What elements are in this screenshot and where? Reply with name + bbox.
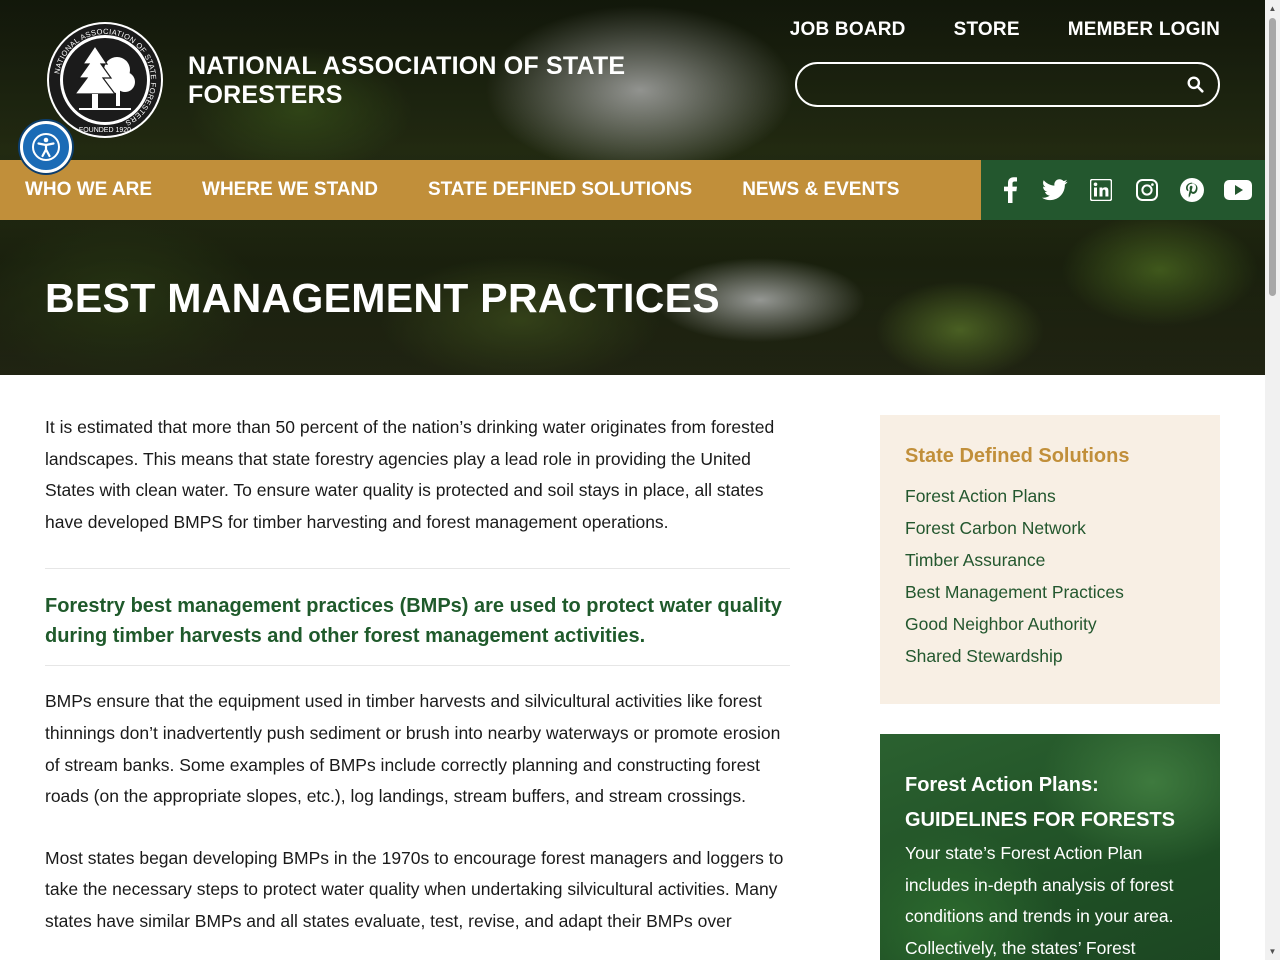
sidebar-heading: State Defined Solutions — [905, 445, 1130, 467]
search-input[interactable] — [797, 64, 1172, 105]
youtube-icon — [1224, 180, 1253, 200]
pinterest-link[interactable] — [1177, 175, 1207, 205]
nav-news-events[interactable]: NEWS & EVENTS — [742, 179, 899, 201]
sidebar-item-forest-action-plans[interactable]: Forest Action Plans — [905, 486, 1056, 506]
store-link[interactable]: STORE — [954, 19, 1020, 41]
twitter-icon — [1042, 179, 1069, 201]
facebook-link[interactable] — [995, 175, 1025, 205]
accessibility-button[interactable] — [20, 121, 72, 173]
body-paragraph: BMPs ensure that the equipment used in t… — [45, 691, 781, 807]
sidebar-item-timber-assurance[interactable]: Timber Assurance — [905, 550, 1045, 570]
promo-body: Your state’s Forest Action Plan includes… — [905, 843, 1174, 958]
search-button[interactable] — [1172, 64, 1218, 105]
youtube-link[interactable] — [1223, 175, 1253, 205]
logo-founded-text: FOUNDED 1920 — [79, 127, 131, 134]
sidebar-item-forest-carbon-network[interactable]: Forest Carbon Network — [905, 518, 1086, 538]
nav-where-we-stand[interactable]: WHERE WE STAND — [202, 179, 378, 201]
linkedin-link[interactable] — [1086, 175, 1116, 205]
member-login-link[interactable]: MEMBER LOGIN — [1068, 19, 1220, 41]
instagram-link[interactable] — [1132, 175, 1162, 205]
linkedin-icon — [1090, 179, 1113, 201]
instagram-icon — [1135, 179, 1158, 201]
social-links — [981, 160, 1265, 220]
pull-quote: Forestry best management practices (BMPs… — [45, 568, 790, 667]
intro-paragraph: It is estimated that more than 50 percen… — [45, 417, 775, 532]
scroll-down-icon[interactable]: ▼ — [1265, 943, 1280, 960]
main-nav: WHO WE ARE WHERE WE STAND STATE DEFINED … — [0, 160, 981, 220]
nav-who-we-are[interactable]: WHO WE ARE — [25, 179, 152, 201]
page-scrollbar[interactable]: ▲ ▼ — [1265, 0, 1280, 960]
facebook-icon — [1003, 177, 1017, 203]
scroll-up-icon[interactable]: ▲ — [1265, 0, 1280, 17]
search-icon — [1187, 76, 1204, 93]
utility-nav: JOB BOARD STORE MEMBER LOGIN — [790, 19, 1220, 41]
sidebar-item-best-management-practices[interactable]: Best Management Practices — [905, 582, 1124, 602]
job-board-link[interactable]: JOB BOARD — [790, 19, 906, 41]
promo-title: Forest Action Plans: — [905, 774, 1099, 796]
twitter-link[interactable] — [1040, 175, 1070, 205]
pinterest-icon — [1180, 178, 1205, 202]
site-name[interactable]: NATIONAL ASSOCIATION OF STATE FORESTERS — [188, 52, 648, 110]
sidebar-solutions: State Defined Solutions Forest Action Pl… — [880, 415, 1220, 704]
site-logo[interactable]: NATIONAL ASSOCIATION OF STATE FORESTERS … — [45, 20, 165, 140]
accessibility-icon — [32, 133, 60, 161]
promo-forest-action-plans[interactable]: Forest Action Plans: GUIDELINES FOR FORE… — [880, 734, 1220, 960]
page-title: BEST MANAGEMENT PRACTICES — [45, 275, 720, 321]
body-paragraph: Most states began developing BMPs in the… — [45, 847, 784, 931]
sidebar-item-shared-stewardship[interactable]: Shared Stewardship — [905, 646, 1063, 666]
scrollbar-thumb[interactable] — [1269, 18, 1276, 296]
promo-subtitle: GUIDELINES FOR FORESTS — [905, 809, 1176, 831]
main-content: It is estimated that more than 50 percen… — [45, 412, 790, 960]
tree-logo-icon: NATIONAL ASSOCIATION OF STATE FORESTERS … — [47, 22, 163, 138]
hero-banner: NATIONAL ASSOCIATION OF STATE FORESTERS … — [0, 0, 1265, 375]
sidebar-links: Forest Action Plans Forest Carbon Networ… — [905, 486, 1195, 667]
sidebar-item-good-neighbor-authority[interactable]: Good Neighbor Authority — [905, 614, 1097, 634]
search-box — [795, 62, 1220, 107]
nav-state-defined-solutions[interactable]: STATE DEFINED SOLUTIONS — [428, 179, 692, 201]
